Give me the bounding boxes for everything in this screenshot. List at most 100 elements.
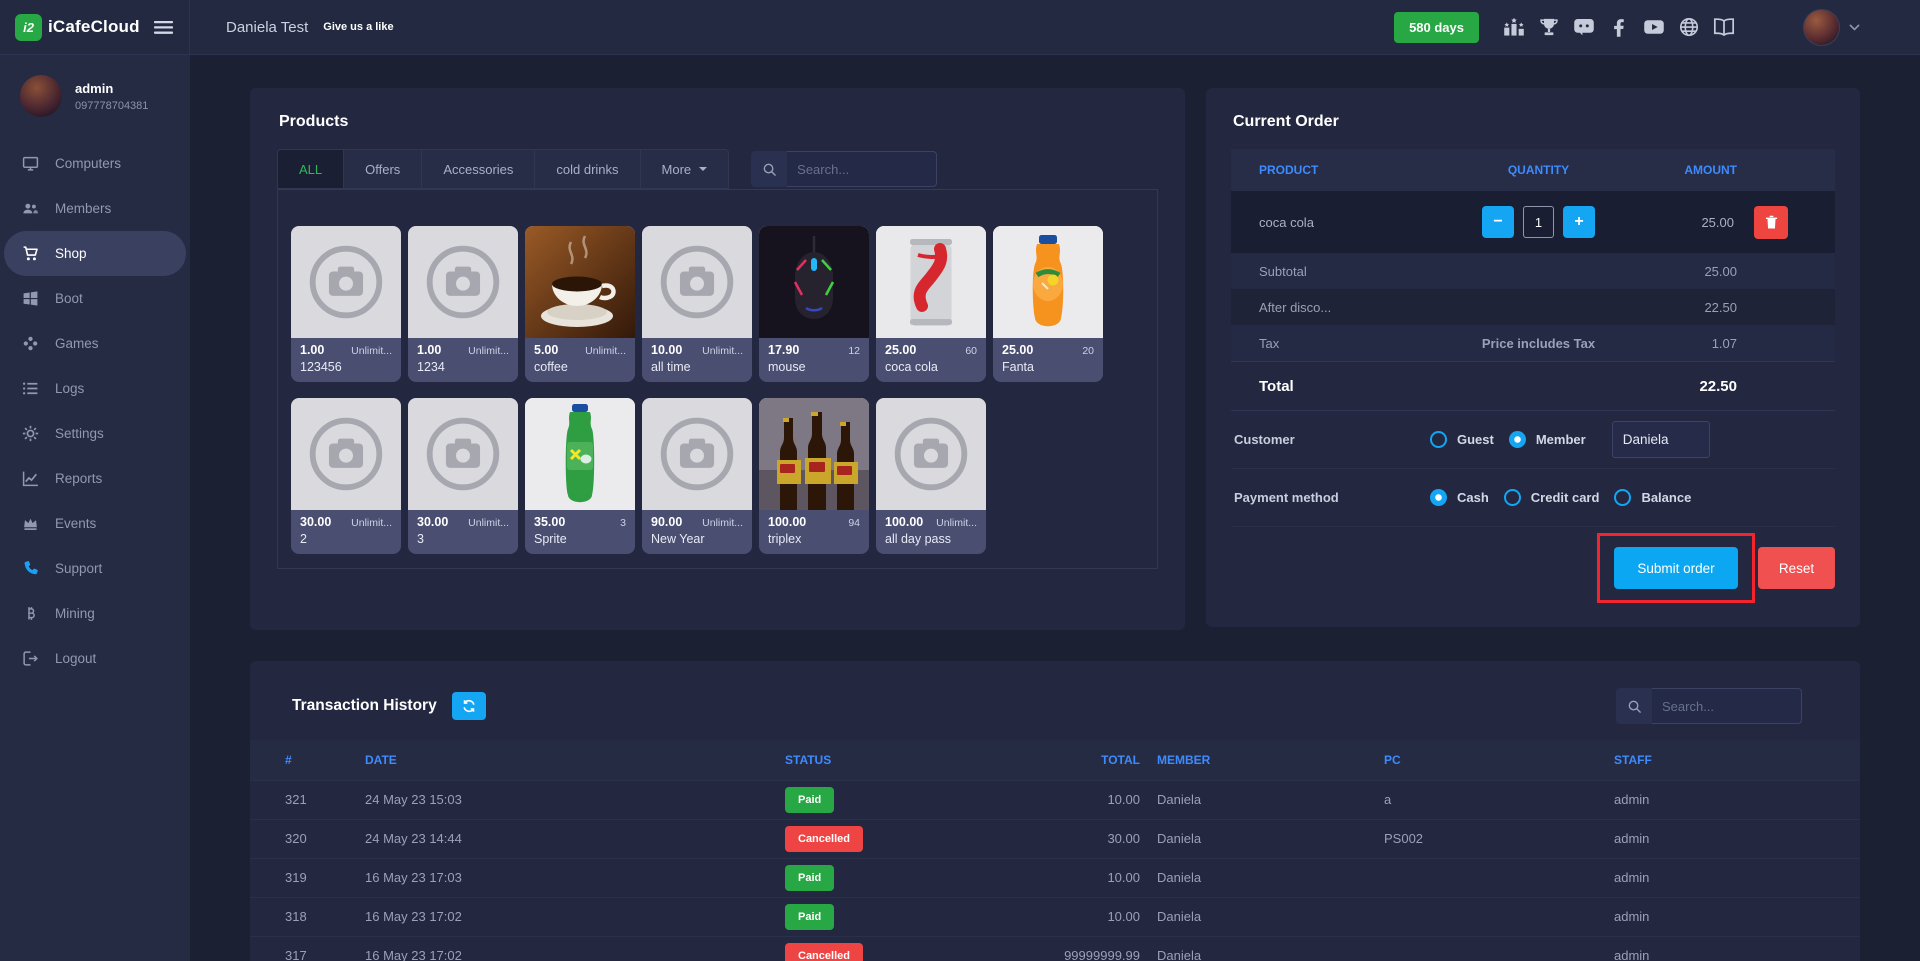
transaction-row-318[interactable]: 318 16 May 23 17:02 Paid 10.00 Daniela a…	[250, 897, 1860, 936]
member-name-input[interactable]	[1612, 421, 1710, 458]
tab-all[interactable]: ALL	[277, 149, 344, 189]
payment-radio-credit-card[interactable]: Credit card	[1504, 489, 1600, 506]
transactions-search-input[interactable]	[1652, 688, 1802, 724]
user-menu[interactable]	[1803, 9, 1860, 46]
product-card-coffee[interactable]: 5.00 Unlimit... coffee	[525, 226, 635, 382]
payment-radio-cash[interactable]: Cash	[1430, 489, 1489, 506]
product-image	[525, 398, 635, 510]
tab-cold-drinks[interactable]: cold drinks	[535, 149, 640, 189]
search-icon[interactable]	[1616, 688, 1652, 724]
search-icon[interactable]	[751, 151, 787, 187]
trophy-icon[interactable]	[1538, 17, 1560, 37]
product-card-mouse[interactable]: 17.90 12 mouse	[759, 226, 869, 382]
product-price: 5.00	[534, 343, 558, 357]
sidebar-item-logs[interactable]: Logs	[0, 366, 190, 411]
tab-offers[interactable]: Offers	[344, 149, 422, 189]
radio-icon	[1509, 431, 1526, 448]
gamepad-icon	[22, 335, 39, 352]
product-name: all time	[651, 360, 743, 374]
hamburger-menu-icon[interactable]	[154, 20, 173, 35]
remove-item-button[interactable]	[1754, 206, 1788, 239]
cell-status: Cancelled	[785, 936, 1015, 961]
cart-icon	[22, 245, 39, 262]
transactions-search[interactable]	[1616, 688, 1802, 724]
refresh-button[interactable]	[452, 692, 486, 720]
globe-icon[interactable]	[1678, 17, 1700, 37]
status-badge: Cancelled	[785, 826, 863, 852]
sidebar-item-settings[interactable]: Settings	[0, 411, 190, 456]
product-name: coca cola	[885, 360, 977, 374]
subscription-days-badge[interactable]: 580 days	[1394, 12, 1479, 43]
cell-date: 24 May 23 14:44	[365, 819, 785, 858]
customer-radio-guest[interactable]: Guest	[1430, 431, 1494, 448]
transaction-row-320[interactable]: 320 24 May 23 14:44 Cancelled 30.00 Dani…	[250, 819, 1860, 858]
give-us-a-like-link[interactable]: Give us a like	[323, 21, 393, 33]
product-name: all day pass	[885, 532, 977, 546]
products-search-input[interactable]	[787, 151, 937, 187]
products-grid: 1.00 Unlimit... 123456 1.00 Unlimit... 1…	[291, 226, 1144, 554]
product-image	[993, 226, 1103, 338]
discord-icon[interactable]	[1573, 17, 1595, 37]
product-card-123456[interactable]: 1.00 Unlimit... 123456	[291, 226, 401, 382]
quantity-minus-button[interactable]: −	[1482, 206, 1514, 238]
sidebar-item-events[interactable]: Events	[0, 501, 190, 546]
sidebar-item-mining[interactable]: Mining	[0, 591, 190, 636]
cell-date: 16 May 23 17:02	[365, 897, 785, 936]
product-card-1234[interactable]: 1.00 Unlimit... 1234	[408, 226, 518, 382]
sidebar-item-computers[interactable]: Computers	[0, 141, 190, 186]
sidebar-profile[interactable]: admin 097778704381	[0, 55, 190, 137]
leaderboard-icon[interactable]	[1503, 17, 1525, 37]
cell-member: Daniela	[1140, 897, 1380, 936]
sidebar-item-shop[interactable]: Shop	[4, 231, 186, 276]
cell-pc: a	[1380, 780, 1610, 819]
product-card-fanta[interactable]: 25.00 20 Fanta	[993, 226, 1103, 382]
sidebar: admin 097778704381 Computers Members Sho…	[0, 55, 190, 961]
payment-radio-balance[interactable]: Balance	[1614, 489, 1691, 506]
submit-order-button[interactable]: Submit order	[1614, 547, 1738, 589]
product-name: 1234	[417, 360, 509, 374]
product-stock: Unlimit...	[351, 345, 392, 357]
product-card-coca-cola[interactable]: 25.00 60 coca cola	[876, 226, 986, 382]
status-badge: Paid	[785, 865, 834, 891]
cell-status: Paid	[785, 897, 1015, 936]
topbar-icons	[1503, 17, 1735, 37]
order-col-quantity: QUANTITY	[1431, 163, 1646, 177]
tab-more[interactable]: More	[641, 149, 730, 189]
tab-accessories[interactable]: Accessories	[422, 149, 535, 189]
radio-icon	[1430, 489, 1447, 506]
phone-icon	[22, 560, 39, 577]
product-card-sprite[interactable]: 35.00 3 Sprite	[525, 398, 635, 554]
sidebar-item-boot[interactable]: Boot	[0, 276, 190, 321]
guide-icon[interactable]	[1713, 17, 1735, 37]
quantity-input[interactable]	[1523, 206, 1554, 238]
submit-order-highlight: Submit order	[1597, 533, 1755, 603]
sidebar-item-games[interactable]: Games	[0, 321, 190, 366]
product-price: 25.00	[885, 343, 916, 357]
youtube-icon[interactable]	[1643, 17, 1665, 37]
product-card-all-day-pass[interactable]: 100.00 Unlimit... all day pass	[876, 398, 986, 554]
cell-total: 30.00	[1015, 819, 1140, 858]
product-card-3[interactable]: 30.00 Unlimit... 3	[408, 398, 518, 554]
reset-button[interactable]: Reset	[1758, 547, 1835, 589]
order-item-amount: 25.00	[1701, 215, 1734, 230]
sidebar-item-support[interactable]: Support	[0, 546, 190, 591]
transaction-row-321[interactable]: 321 24 May 23 15:03 Paid 10.00 Daniela a…	[250, 780, 1860, 819]
caret-down-icon	[699, 167, 707, 175]
summary-value: 22.50	[1646, 300, 1835, 315]
product-card-new-year[interactable]: 90.00 Unlimit... New Year	[642, 398, 752, 554]
product-image	[408, 398, 518, 510]
summary-value: 1.07	[1646, 336, 1835, 351]
customer-radio-member[interactable]: Member	[1509, 431, 1586, 448]
transaction-row-319[interactable]: 319 16 May 23 17:03 Paid 10.00 Daniela a…	[250, 858, 1860, 897]
facebook-icon[interactable]	[1608, 17, 1630, 37]
product-card-triplex[interactable]: 100.00 94 triplex	[759, 398, 869, 554]
sidebar-item-members[interactable]: Members	[0, 186, 190, 231]
product-card-2[interactable]: 30.00 Unlimit... 2	[291, 398, 401, 554]
product-image	[759, 398, 869, 510]
sidebar-item-logout[interactable]: Logout	[0, 636, 190, 681]
product-card-all-time[interactable]: 10.00 Unlimit... all time	[642, 226, 752, 382]
products-search[interactable]	[751, 151, 937, 187]
quantity-plus-button[interactable]: +	[1563, 206, 1595, 238]
transaction-row-317[interactable]: 317 16 May 23 17:02 Cancelled 99999999.9…	[250, 936, 1860, 961]
sidebar-item-reports[interactable]: Reports	[0, 456, 190, 501]
